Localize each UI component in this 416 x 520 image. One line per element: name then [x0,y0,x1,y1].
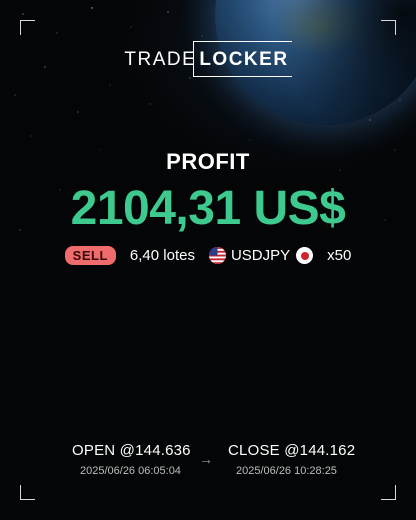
lot-size: 6,40 lotes [129,247,195,264]
side-badge: SELL [64,246,116,265]
leverage-value: x50 [327,247,352,264]
profit-label: PROFIT [166,149,250,174]
us-flag-icon [208,247,226,264]
tradelocker-logo: TRADE LOCKER [0,41,416,77]
frame-corner-bottom-left [20,485,35,500]
arrow-right-icon: → [199,451,213,467]
open-date: 2025/06/26 06:05:04 [80,465,181,477]
close-price: CLOSE @144.162 [228,442,356,459]
logo-text-trade: TRADE [124,49,197,70]
frame-corner-bottom-right [381,485,396,500]
trade-details-row: SELL 6,40 lotes USDJPY x50 [0,246,416,265]
profit-share-card: TRADE LOCKER PROFIT 2104,31 US$ SELL 6,40… [0,0,416,520]
open-info: OPEN @144.636 2025/06/26 06:05:04 [72,442,191,477]
profit-value: 2104,31 US$ [70,182,346,235]
frame-corner-top-left [20,20,35,35]
close-date: 2025/06/26 10:28:25 [236,465,337,477]
symbol-name: USDJPY [230,247,291,264]
frame-corner-top-right [381,20,396,35]
logo-text-locker: LOCKER [193,41,292,77]
close-info: CLOSE @144.162 2025/06/26 10:28:25 [228,442,355,477]
jp-flag-icon [296,247,314,264]
logo-bracket-icon [193,41,292,77]
open-price: OPEN @144.636 [72,442,191,459]
